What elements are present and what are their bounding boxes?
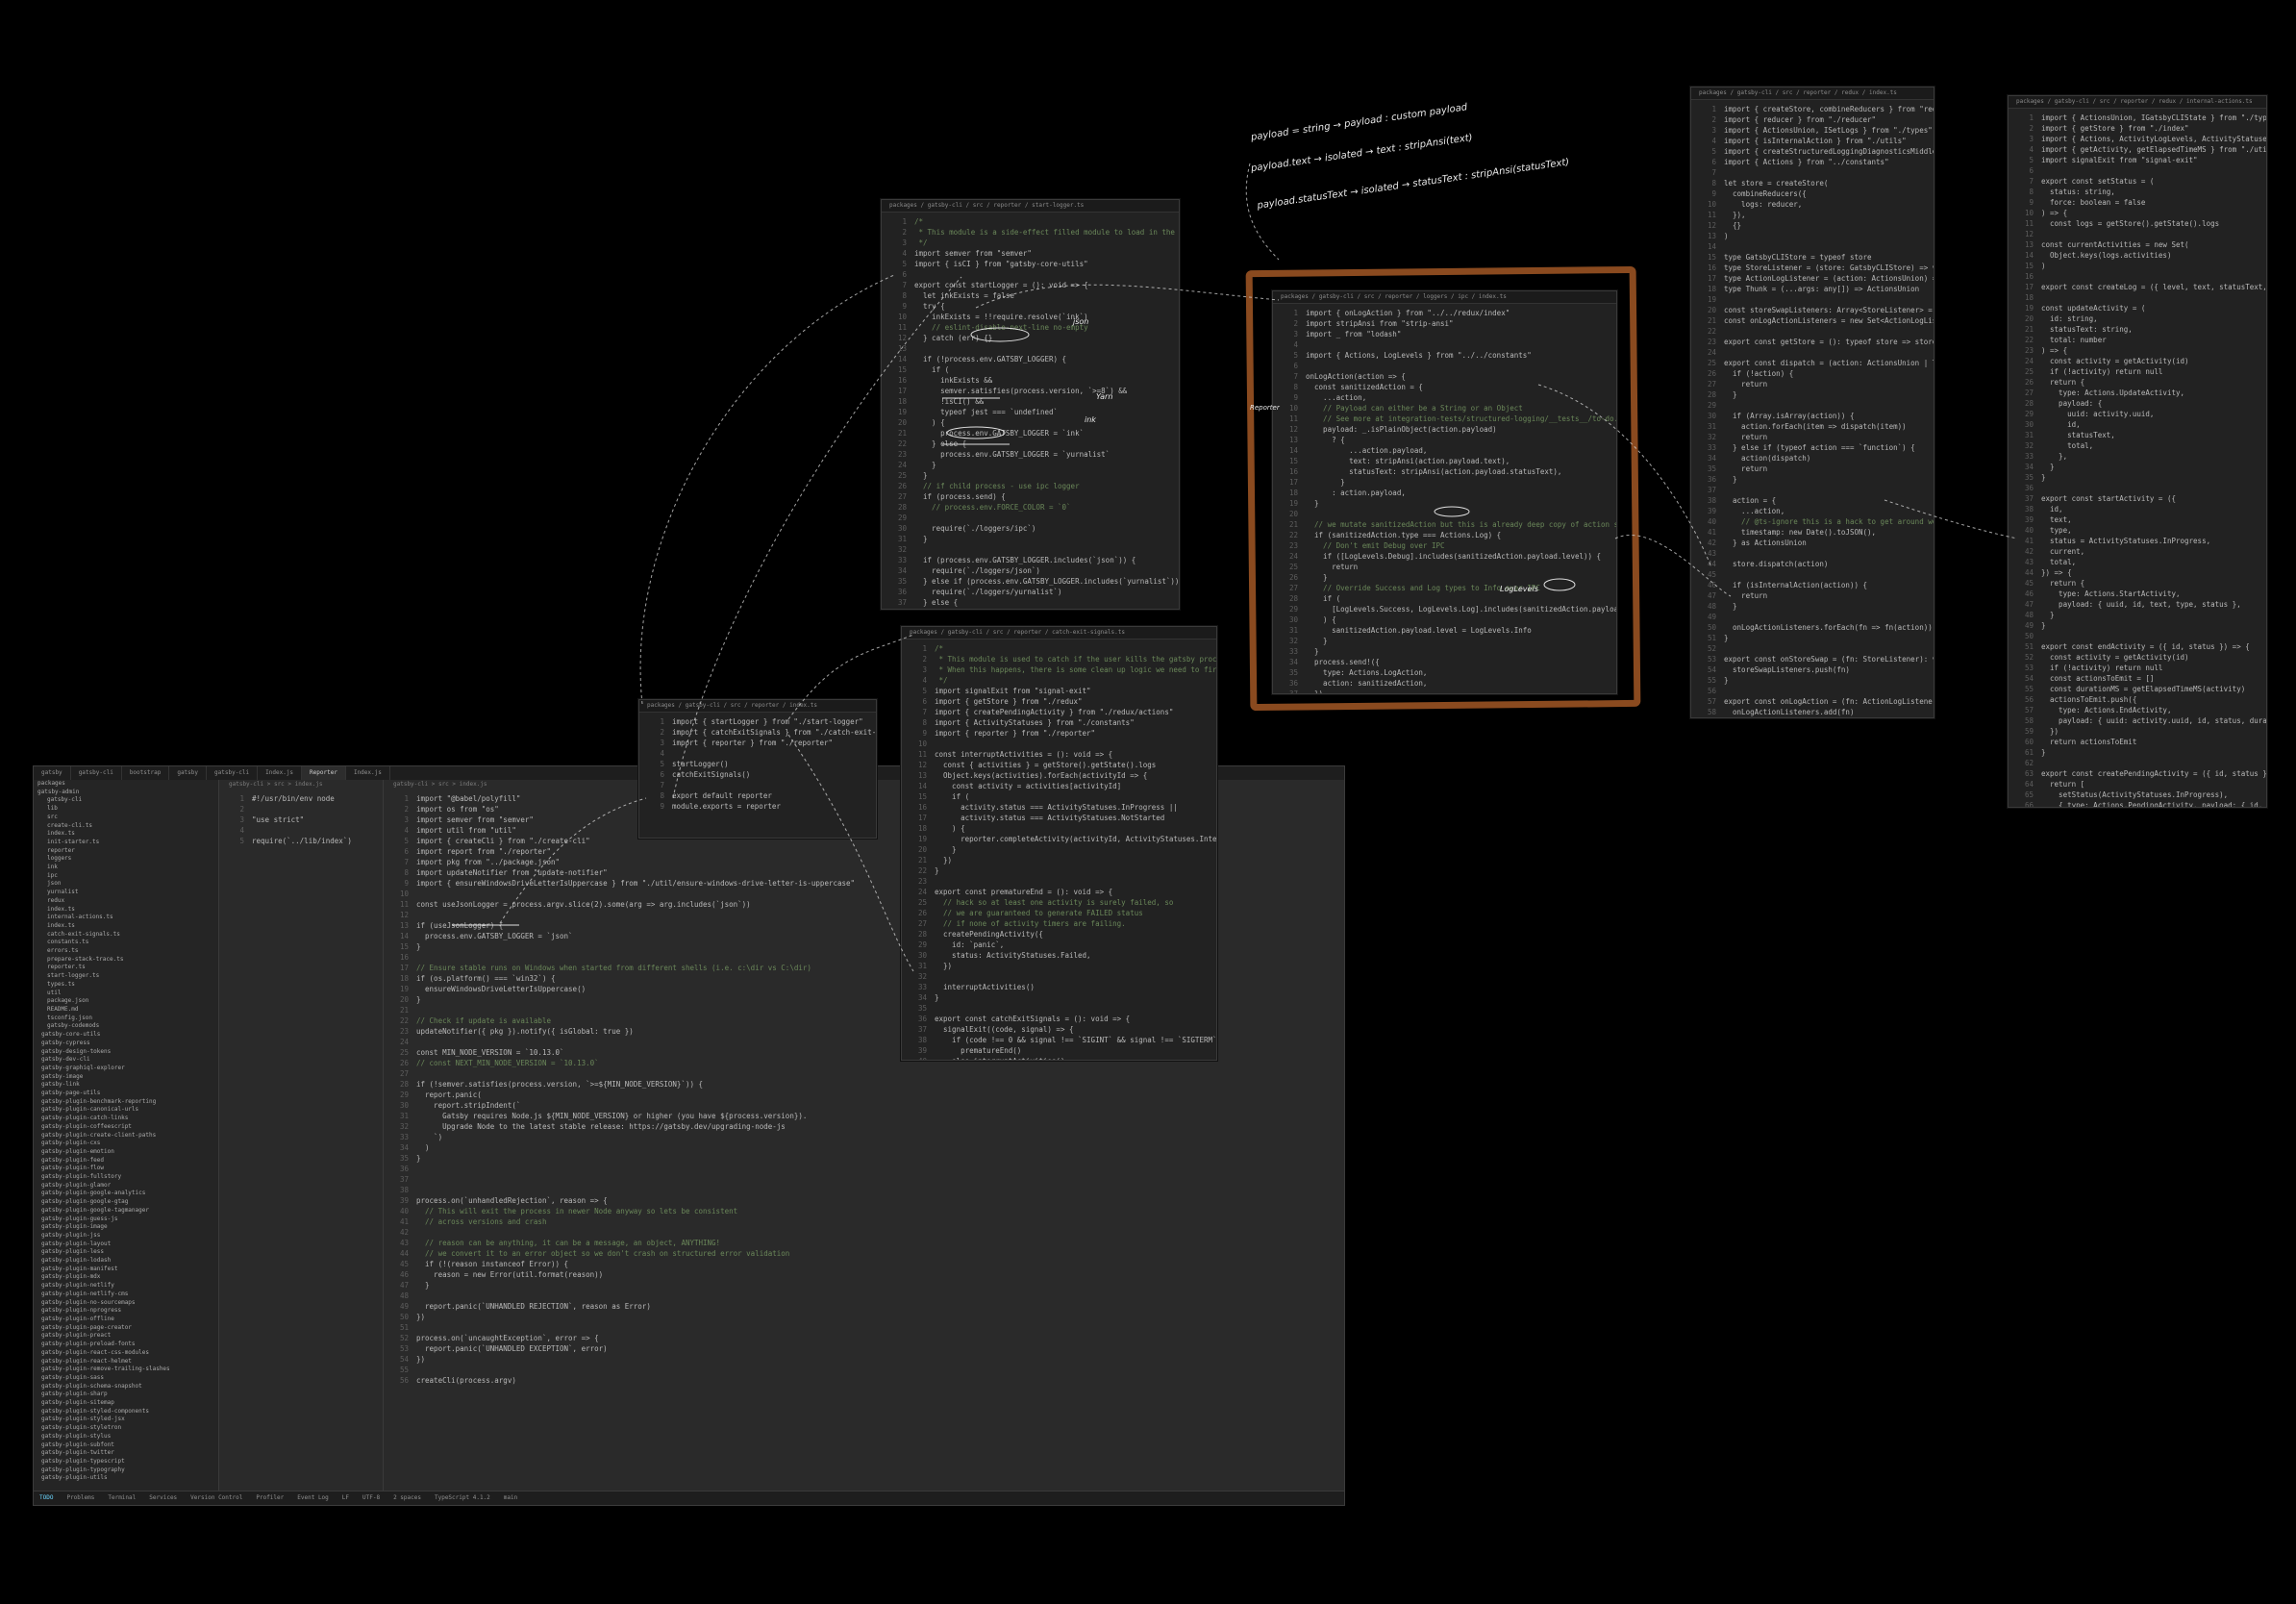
connector-line: [1245, 163, 1280, 261]
connector-line: [975, 284, 1280, 309]
annotation-connectors: [452, 163, 2018, 972]
connector-line: [499, 797, 647, 924]
connector-line: [672, 276, 962, 799]
connector-line: [1537, 384, 1712, 568]
circled-code: [970, 327, 1030, 342]
circled-code: [1434, 506, 1470, 517]
connector-line: [787, 634, 914, 720]
connector-line: [787, 734, 914, 972]
connector-line: [639, 274, 895, 705]
connector-line: [1884, 499, 2018, 539]
circled-code: [946, 426, 1006, 439]
circled-code: [1543, 578, 1576, 591]
connector-line: [1614, 535, 1732, 597]
